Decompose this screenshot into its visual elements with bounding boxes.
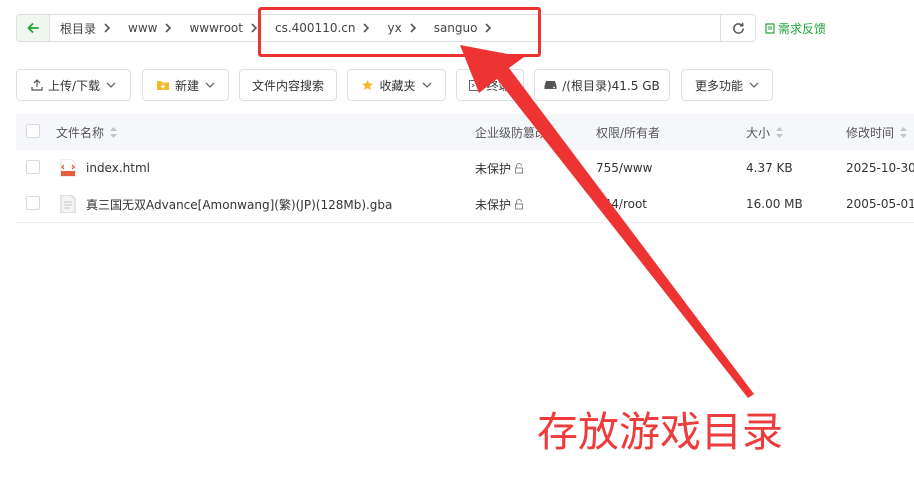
- annotation-text: 存放游戏目录: [537, 408, 783, 456]
